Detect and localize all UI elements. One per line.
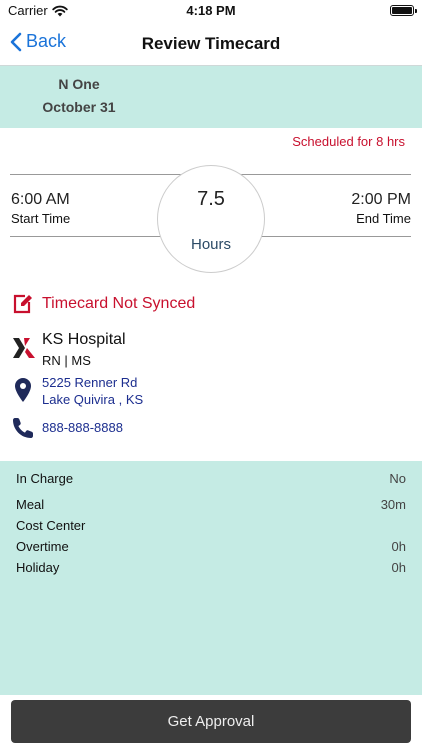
location-pin-icon: [15, 378, 31, 402]
scheduled-hours: Scheduled for 8 hrs: [292, 134, 405, 149]
detail-cost-center: Cost Center: [16, 518, 406, 536]
employee-header: N One October 31: [0, 66, 422, 128]
edit-icon: [13, 294, 32, 314]
get-approval-button[interactable]: Get Approval: [11, 700, 411, 743]
detail-label: Holiday: [16, 560, 60, 575]
facility-name: KS Hospital: [42, 331, 126, 348]
address-line-2[interactable]: Lake Quivira , KS: [42, 392, 143, 407]
detail-meal: Meal 30m: [16, 497, 406, 515]
detail-value: 30m: [380, 497, 406, 512]
detail-value: No: [389, 471, 406, 486]
clock: 4:18 PM: [186, 3, 236, 18]
detail-label: In Charge: [16, 471, 74, 486]
end-time-label: End Time: [356, 211, 411, 226]
detail-label: Meal: [16, 497, 45, 512]
facility-unit: RN | MS: [42, 353, 91, 368]
battery-fill: [392, 7, 412, 14]
sync-status: Timecard Not Synced: [12, 293, 195, 315]
sync-status-text: Timecard Not Synced: [42, 295, 196, 312]
detail-label: Cost Center: [16, 518, 86, 533]
battery-icon: [390, 5, 417, 16]
end-time-value[interactable]: 2:00 PM: [351, 191, 411, 209]
page-title: Review Timecard: [141, 34, 281, 53]
detail-label: Overtime: [16, 539, 69, 554]
detail-value: 0h: [391, 560, 406, 575]
start-time-label: Start Time: [11, 211, 71, 226]
shift-details: In Charge No Meal 30m Cost Center Overti…: [0, 461, 422, 695]
detail-holiday: Holiday 0h: [16, 560, 406, 578]
detail-value: 0h: [391, 539, 406, 554]
shift-date: October 31: [42, 99, 116, 115]
start-time-value[interactable]: 6:00 AM: [11, 191, 70, 209]
phone-number[interactable]: 888-888-8888: [42, 420, 123, 435]
detail-overtime: Overtime 0h: [16, 539, 406, 557]
hours-label: Hours: [190, 236, 231, 253]
hours-value: 7.5: [197, 188, 225, 210]
detail-in-charge: In Charge No: [16, 471, 406, 489]
phone-icon: [13, 418, 33, 438]
employee-name: N One: [58, 76, 100, 92]
navigation-bar: Back Review Timecard: [0, 22, 422, 66]
status-bar: Carrier 4:18 PM: [0, 0, 422, 22]
hours-circle: 7.5 Hours: [157, 165, 265, 273]
address-line-1[interactable]: 5225 Renner Rd: [42, 375, 137, 390]
facility-logo: [13, 338, 35, 358]
